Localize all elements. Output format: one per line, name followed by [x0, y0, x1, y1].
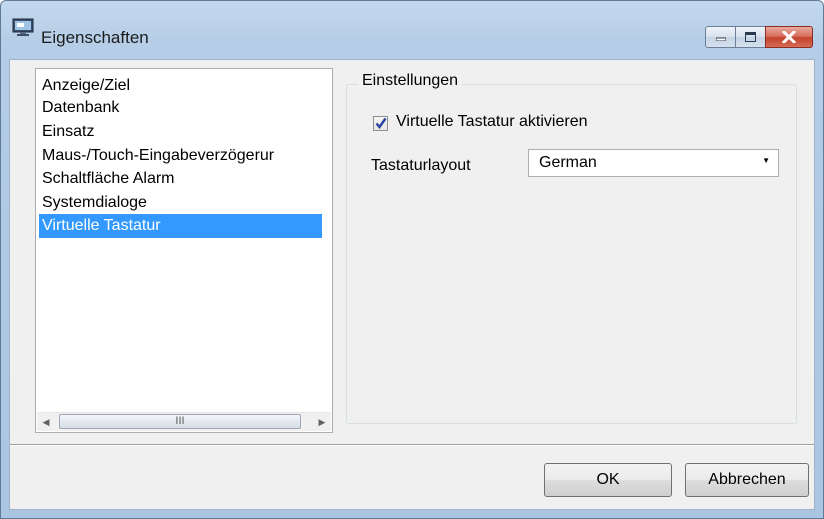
list-item-virtuelle-tastatur[interactable]: Virtuelle Tastatur [39, 214, 322, 238]
footer-separator [10, 444, 814, 446]
maximize-button[interactable] [735, 26, 766, 48]
list-item-anzeige-ziel[interactable]: Anzeige/Ziel [39, 74, 322, 98]
keyboard-layout-value: German [539, 154, 597, 171]
virtual-keyboard-checkbox[interactable] [373, 116, 388, 131]
maximize-icon [745, 32, 756, 42]
virtual-keyboard-checkbox-label[interactable]: Virtuelle Tastatur aktivieren [396, 113, 588, 131]
scroll-thumb[interactable]: III [59, 414, 301, 429]
dropdown-arrow-icon[interactable]: ▼ [762, 156, 770, 165]
scroll-left-icon[interactable]: ◀ [37, 413, 55, 431]
list-item-schaltflaeche-alarm[interactable]: Schaltfläche Alarm [39, 167, 322, 191]
ok-button[interactable]: OK [544, 463, 672, 497]
list-item-systemdialoge[interactable]: Systemdialoge [39, 191, 322, 215]
close-icon [782, 31, 796, 43]
minimize-icon [715, 37, 726, 41]
list-item-einsatz[interactable]: Einsatz [39, 120, 322, 144]
list-item-datenbank[interactable]: Datenbank [39, 96, 322, 120]
caption-buttons [705, 26, 813, 48]
dialog-body: Anzeige/Ziel Datenbank Einsatz Maus-/Tou… [9, 59, 815, 510]
settings-group [346, 84, 797, 424]
keyboard-layout-label: Tastaturlayout [371, 157, 471, 174]
settings-group-title: Einstellungen [358, 72, 463, 90]
cancel-button[interactable]: Abbrechen [685, 463, 809, 497]
category-list[interactable]: Anzeige/Ziel Datenbank Einsatz Maus-/Tou… [35, 68, 333, 433]
list-item-maus-touch[interactable]: Maus-/Touch-Eingabeverzögerur [39, 144, 322, 168]
close-button[interactable] [765, 26, 813, 48]
window-title: Eigenschaften [41, 28, 149, 47]
minimize-button[interactable] [705, 26, 736, 48]
horizontal-scrollbar[interactable]: ◀ III ▶ [37, 412, 331, 431]
title-bar[interactable]: Eigenschaften [1, 1, 823, 59]
keyboard-layout-select[interactable]: German ▼ [528, 149, 779, 177]
checkmark-icon [375, 117, 387, 129]
monitor-app-icon [12, 18, 34, 36]
properties-dialog: Eigenschaften Anzeige/Ziel Datenbank Ein… [0, 0, 824, 519]
scroll-right-icon[interactable]: ▶ [313, 413, 331, 431]
